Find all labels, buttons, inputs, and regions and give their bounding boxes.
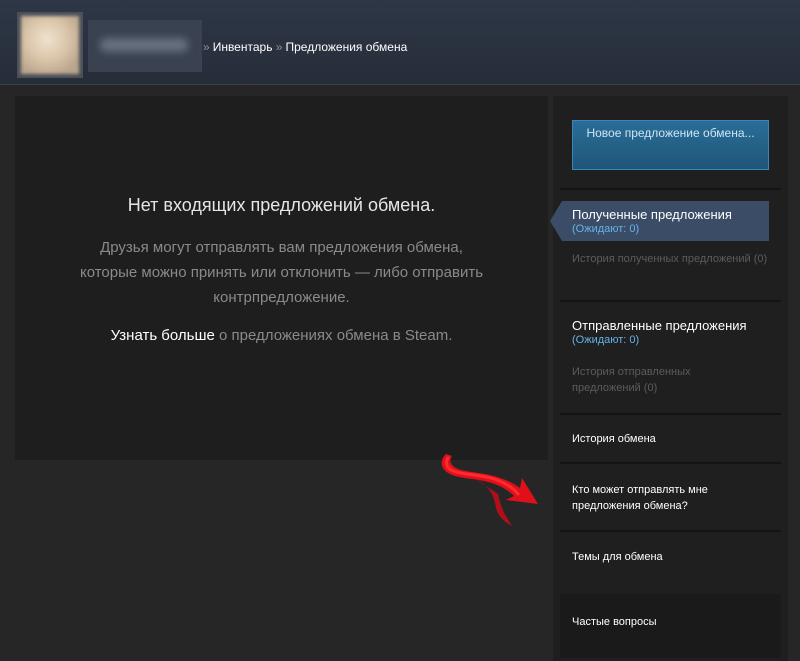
username-blur — [100, 38, 188, 52]
sidebar-item-received-offers[interactable]: Полученные предложения (Ожидают: 0) — [550, 201, 769, 241]
sent-offers-title: Отправленные предложения — [572, 318, 747, 333]
breadcrumb-inventory-link[interactable]: Инвентарь — [213, 40, 273, 54]
sidebar-divider — [560, 530, 781, 532]
who-can-send-link[interactable]: Кто может отправлять мне предложения обм… — [572, 482, 722, 514]
learn-more-text: Узнать больше о предложениях обмена в St… — [15, 327, 548, 344]
learn-more-link[interactable]: Узнать больше — [111, 327, 215, 344]
faq-link[interactable]: Частые вопросы — [572, 614, 777, 630]
avatar — [21, 16, 79, 74]
profile-header: » Инвентарь » Предложения обмена — [0, 0, 800, 85]
new-trade-offer-button[interactable]: Новое предложение обмена... — [572, 120, 769, 170]
trade-offers-panel: Нет входящих предложений обмена. Друзья … — [15, 96, 548, 460]
received-history-link[interactable]: История полученных предложений (0) — [572, 251, 777, 267]
breadcrumb-current[interactable]: Предложения обмена — [285, 40, 407, 54]
empty-state-description: Друзья могут отправлять вам предложения … — [79, 239, 484, 306]
learn-more-rest: о предложениях обмена в Steam. — [214, 327, 453, 344]
username-redacted — [88, 20, 202, 72]
sidebar-divider — [560, 462, 781, 464]
faq-section: Частые вопросы — [560, 594, 781, 658]
sidebar-divider — [560, 300, 781, 302]
red-arrow-icon — [441, 454, 538, 526]
sidebar-divider — [560, 413, 781, 415]
breadcrumb: » Инвентарь » Предложения обмена — [203, 40, 407, 54]
avatar-frame[interactable] — [17, 12, 83, 78]
trade-history-link[interactable]: История обмена — [572, 431, 777, 447]
breadcrumb-separator: » — [203, 40, 210, 54]
breadcrumb-separator: » — [275, 40, 283, 54]
trading-topics-link[interactable]: Темы для обмена — [572, 549, 777, 565]
sidebar-divider — [560, 188, 781, 190]
sent-history-link[interactable]: История отправленных предложений (0) — [572, 364, 712, 396]
received-offers-title: Полученные предложения — [572, 207, 732, 222]
empty-state-title: Нет входящих предложений обмена. — [127, 195, 436, 215]
trade-offers-sidebar: Новое предложение обмена... Полученные п… — [550, 96, 788, 661]
trade-offers-page: » Инвентарь » Предложения обмена Нет входя… — [0, 0, 800, 661]
sidebar-item-sent-offers[interactable]: Отправленные предложения (Ожидают: 0) — [572, 318, 777, 346]
received-offers-count: (Ожидают: 0) — [572, 223, 640, 235]
sent-offers-count: (Ожидают: 0) — [572, 334, 640, 346]
